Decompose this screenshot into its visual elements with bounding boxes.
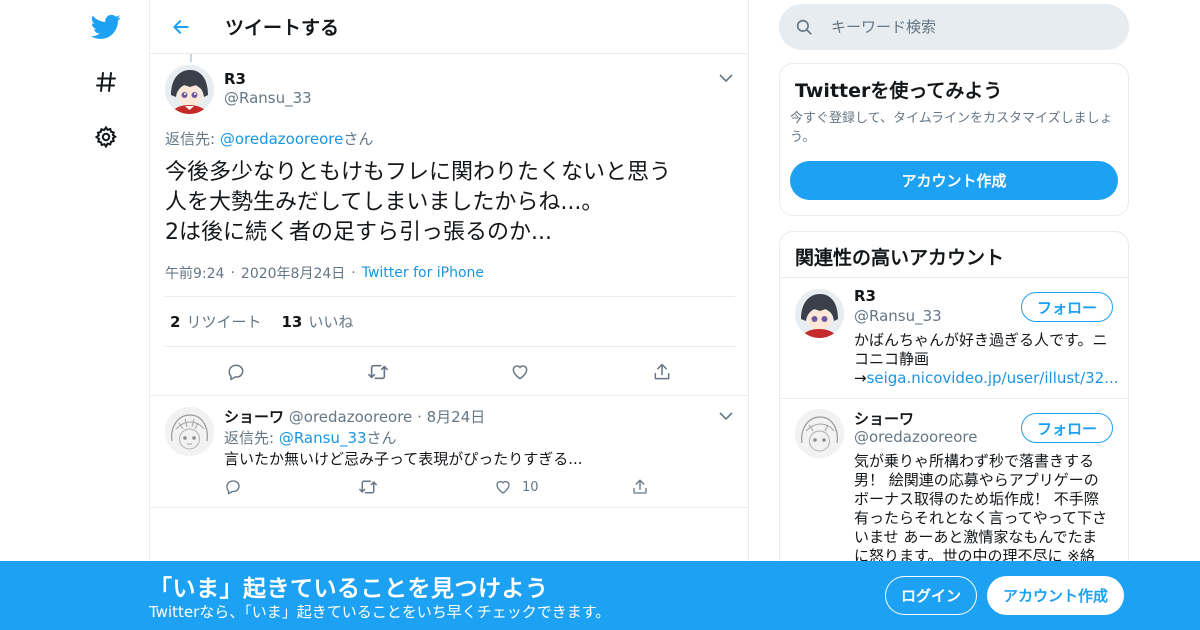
tweet-date[interactable]: 2020年8月24日: [241, 263, 345, 283]
avatar[interactable]: [795, 289, 844, 338]
account-handle[interactable]: @oredazooreore: [854, 428, 978, 446]
account-bio-link[interactable]: seiga.nicovideo.jp/user/illust/32...: [867, 369, 1119, 387]
chevron-down-icon[interactable]: [717, 69, 735, 87]
signup-button[interactable]: アカウント作成: [987, 576, 1124, 615]
reply-to-label: 返信先:: [165, 130, 220, 148]
reply-like-count: 10: [522, 479, 539, 495]
like-count[interactable]: 13 いいね: [281, 311, 353, 332]
reply-to-handle-link[interactable]: @Ransu_33: [279, 429, 367, 447]
reply-to-handle-link[interactable]: @oredazooreore: [220, 130, 344, 148]
account-bio: 気が乗りゃ所構わず秒で落書きする 男！ 絵関連の応募やらアプリゲーの ボーナス取…: [854, 452, 1108, 565]
focus-tweet: R3 @Ransu_33 返信先: @oredazooreoreさん 今後多少な…: [150, 54, 748, 396]
twitter-bird-icon[interactable]: [86, 7, 126, 47]
back-arrow-icon[interactable]: [161, 7, 201, 47]
signup-card: Twitterを使ってみよう 今すぐ登録して、タイムラインをカスタマイズしましょ…: [779, 63, 1129, 216]
follow-button[interactable]: フォロー: [1021, 413, 1113, 443]
account-handle[interactable]: @Ransu_33: [854, 307, 942, 325]
banner-subtitle: Twitterなら、「いま」起きていることをいち早くチェックできます。: [149, 603, 611, 621]
share-icon[interactable]: [631, 477, 649, 497]
reply-header: ショーワ @oredazooreore · 8月24日: [224, 406, 485, 427]
like-button[interactable]: 10: [494, 477, 539, 497]
search-icon: [795, 17, 815, 37]
main-column: ツイートする R3 @Ransu_33 返信先: @oredazooreoreさ…: [149, 0, 749, 630]
tweet-source-link[interactable]: Twitter for iPhone: [362, 265, 484, 281]
tweet-meta: 午前9:24 · 2020年8月24日 · Twitter for iPhone: [165, 263, 484, 283]
reply-date[interactable]: 8月24日: [427, 408, 486, 426]
search-bar[interactable]: [779, 4, 1129, 50]
tweet-stats: 2 リツイート 13 いいね: [165, 296, 735, 347]
related-account-r3[interactable]: R3 @Ransu_33 フォロー かばんちゃんが好き過ぎる人です。ニ コニコ静…: [780, 278, 1128, 398]
meta-separator: ·: [417, 408, 422, 426]
related-accounts-card: 関連性の高いアカウント R3 @Ransu_33 フォロー かばんちゃんが好き過…: [779, 231, 1129, 591]
search-input[interactable]: [831, 18, 1111, 36]
author-name[interactable]: R3: [224, 70, 246, 88]
create-account-button[interactable]: アカウント作成: [790, 161, 1118, 200]
like-count-label: いいね: [308, 313, 354, 331]
like-count-value: 13: [281, 312, 303, 331]
reply-to-label: 返信先:: [224, 429, 279, 447]
avatar[interactable]: [165, 407, 214, 456]
heart-icon[interactable]: [507, 359, 533, 385]
reply-tweet[interactable]: ショーワ @oredazooreore · 8月24日 返信先: @Ransu_…: [150, 396, 748, 508]
reply-text: 言いたか無いけど忌み子って表現がぴったりすぎる...: [224, 450, 583, 468]
login-button[interactable]: ログイン: [885, 576, 977, 615]
banner-title: 「いま」起きていることを見つけよう: [149, 576, 549, 602]
heart-icon: [496, 480, 510, 494]
reply-to-suffix: さん: [343, 130, 374, 148]
avatar[interactable]: [795, 409, 844, 458]
signup-card-title: Twitterを使ってみよう: [795, 80, 1003, 102]
reply-to: 返信先: @Ransu_33さん: [224, 427, 397, 448]
tweet-actions: [165, 347, 735, 396]
related-accounts-title: 関連性の高いアカウント: [795, 247, 1005, 269]
reply-icon[interactable]: [223, 359, 249, 385]
page-header: ツイートする: [150, 0, 748, 54]
left-nav: [0, 0, 150, 630]
meta-separator: ·: [351, 265, 356, 281]
account-name[interactable]: R3: [854, 287, 876, 305]
reply-author-handle[interactable]: @oredazooreore: [289, 408, 413, 426]
hashtag-icon[interactable]: [86, 62, 126, 102]
signup-card-description: 今すぐ登録して、タイムラインをカスタマイズしましょう。: [790, 111, 1113, 145]
author-handle[interactable]: @Ransu_33: [224, 89, 312, 107]
chevron-down-icon[interactable]: [717, 407, 735, 425]
avatar[interactable]: [165, 65, 214, 114]
reply-icon[interactable]: [224, 477, 242, 497]
retweet-count-label: リツイート: [186, 313, 262, 331]
signup-banner: 「いま」起きていることを見つけよう Twitterなら、「いま」起きていることを…: [0, 561, 1200, 630]
reply-to-suffix: さん: [366, 429, 397, 447]
page-title: ツイートする: [225, 17, 340, 39]
tweet-time[interactable]: 午前9:24: [165, 263, 224, 283]
reply-author-name[interactable]: ショーワ: [224, 408, 284, 426]
tweet-text: 今後多少なりともけもフレに関わりたくないと思う 人を大勢生みだしてしまいましたか…: [165, 160, 672, 245]
reply-to: 返信先: @oredazooreoreさん: [165, 128, 373, 149]
retweet-icon[interactable]: [358, 477, 378, 497]
follow-button[interactable]: フォロー: [1021, 292, 1113, 322]
account-bio: かばんちゃんが好き過ぎる人です。ニ コニコ静画 →seiga.nicovideo…: [854, 331, 1119, 388]
retweet-count[interactable]: 2 リツイート: [170, 311, 261, 332]
account-name[interactable]: ショーワ: [854, 408, 914, 429]
retweet-icon[interactable]: [365, 359, 391, 385]
share-icon[interactable]: [649, 359, 675, 385]
meta-separator: ·: [230, 265, 235, 281]
settings-gear-icon[interactable]: [86, 117, 126, 157]
retweet-count-value: 2: [170, 312, 181, 331]
